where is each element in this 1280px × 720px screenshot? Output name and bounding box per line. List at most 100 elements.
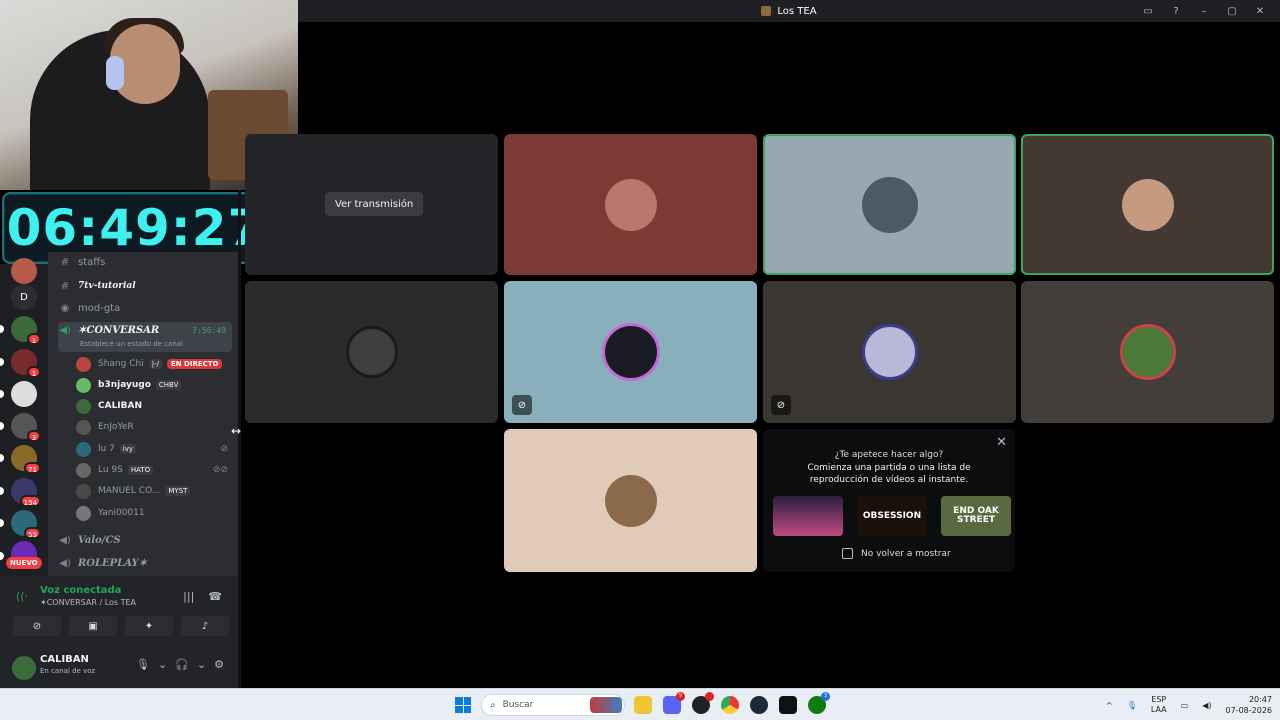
unread-pill — [0, 325, 4, 333]
server-icon[interactable] — [11, 258, 37, 284]
steam-icon[interactable] — [750, 696, 768, 714]
notification-badge: 9 — [676, 692, 685, 701]
participant-tile[interactable]: ⊘ — [763, 281, 1016, 423]
voice-member[interactable]: lu 7 ivy ⊘ — [76, 439, 232, 459]
system-tray: ^ 🎙 ESP LAA ▭ ◀) 20:47 07-08-2026 — [1106, 689, 1272, 720]
speaker-icon: ◀) — [59, 534, 71, 546]
taskbar-search[interactable]: ⌕ Buscar — [481, 694, 625, 716]
server-icon[interactable]: 1 — [11, 349, 41, 378]
epic-games-icon[interactable] — [779, 696, 797, 714]
server-icon[interactable]: 154 — [11, 478, 41, 507]
clock[interactable]: 20:47 07-08-2026 — [1226, 694, 1273, 716]
window-controls: ▭ ? – ▢ ✕ — [1142, 0, 1266, 22]
participant-tile[interactable] — [763, 134, 1016, 275]
file-explorer-icon[interactable] — [634, 696, 652, 714]
server-icon[interactable] — [11, 381, 37, 407]
participant-tile[interactable] — [504, 134, 757, 275]
resize-arrows-icon[interactable]: ↔ — [231, 424, 241, 438]
disconnect-icon[interactable]: ☎ — [208, 590, 222, 603]
voice-channel-item[interactable]: ◀) Valo/CS — [58, 530, 232, 550]
headset-icon — [106, 56, 124, 90]
unread-pill — [0, 519, 4, 527]
mention-badge: 71 — [24, 462, 41, 474]
soundboard-button[interactable]: ♪ — [181, 616, 229, 636]
language-indicator[interactable]: ESP LAA — [1151, 695, 1167, 715]
panel-divider[interactable] — [238, 190, 241, 688]
voice-member[interactable]: CALIBAN — [76, 396, 232, 416]
activity-thumbnail[interactable] — [773, 496, 843, 536]
clock-time: 20:47 — [1248, 695, 1272, 704]
channel-item[interactable]: ◉ mod-gta — [58, 298, 232, 318]
microphone-icon[interactable]: 🎙 — [1127, 701, 1137, 710]
participant-tile[interactable] — [1021, 134, 1274, 275]
voice-member[interactable]: b3njayugo CHBV — [76, 375, 232, 395]
avatar — [861, 324, 918, 380]
active-voice-channel[interactable]: ◀) ✶CONVERSAR 7:56:49 Establece un estad… — [58, 322, 232, 352]
user-status: En canal de voz — [40, 667, 96, 675]
chevron-up-icon[interactable]: ^ — [1106, 701, 1113, 710]
close-icon[interactable]: ✕ — [996, 435, 1007, 450]
member-tag: ivy — [119, 444, 137, 454]
participant-tile[interactable]: ⊘ — [504, 281, 757, 423]
checkbox[interactable] — [842, 548, 853, 559]
microphone-icon[interactable]: 🎙 — [136, 658, 150, 671]
participant-tile[interactable] — [504, 429, 757, 572]
channel-item[interactable]: # staffs — [58, 252, 232, 272]
server-icon[interactable]: 1 — [11, 316, 41, 345]
member-name: MANUEL CO... — [98, 486, 161, 496]
unread-pill — [0, 358, 4, 366]
gear-icon[interactable]: ⚙ — [214, 658, 224, 671]
voice-member[interactable]: EnJoYeR — [76, 417, 232, 437]
screen-share-icon: ▣ — [88, 620, 98, 632]
camera-button[interactable]: ⊘ — [13, 616, 61, 636]
xbox-icon[interactable]: 3 — [808, 692, 830, 714]
search-placeholder: Buscar — [502, 700, 534, 710]
volume-icon[interactable]: ◀) — [1202, 701, 1211, 710]
voice-location[interactable]: ✶CONVERSAR / Los TEA — [40, 598, 136, 607]
mention-badge: 154 — [19, 495, 41, 507]
participant-tile[interactable] — [1021, 281, 1274, 423]
voice-icon: ◉ — [60, 302, 70, 314]
voice-member[interactable]: MANUEL CO... MYST — [76, 481, 232, 501]
help-icon[interactable]: ? — [1170, 6, 1182, 17]
activities-button[interactable]: ✦ — [125, 616, 173, 636]
noise-suppression-icon[interactable]: ||| — [183, 590, 194, 603]
channel-status[interactable]: Establece un estado de canal — [80, 340, 183, 348]
watch-stream-button[interactable]: Ver transmisión — [325, 192, 424, 216]
activity-thumbnail[interactable]: END OAK STREET — [941, 496, 1011, 536]
obs-icon[interactable] — [692, 692, 714, 714]
voice-member[interactable]: Lu 9S HATO ⊘⊘ — [76, 460, 232, 480]
server-icon[interactable]: 55 — [11, 510, 41, 539]
inbox-icon[interactable]: ▭ — [1142, 6, 1154, 17]
avatar — [76, 441, 91, 457]
avatar[interactable] — [12, 656, 36, 680]
close-icon[interactable]: ✕ — [1254, 6, 1266, 17]
chevron-down-icon[interactable]: ⌄ — [158, 658, 167, 671]
headphones-icon[interactable]: 🎧 — [175, 658, 189, 671]
channel-item[interactable]: #7tv-tutorial — [58, 276, 232, 296]
voice-channel-item[interactable]: ◀) ROLEPLAY✶ — [58, 553, 232, 573]
participant-tile[interactable] — [245, 281, 498, 423]
server-icon[interactable]: 71 — [11, 445, 41, 474]
network-icon[interactable]: ▭ — [1181, 701, 1189, 710]
dismiss-option[interactable]: No volver a mostrar — [842, 548, 951, 559]
search-icon: ⌕ — [490, 699, 496, 711]
maximize-icon[interactable]: ▢ — [1226, 6, 1238, 17]
server-icon[interactable]: 3 — [11, 413, 41, 442]
speaker-icon: ◀) — [59, 557, 71, 569]
chrome-icon[interactable] — [721, 696, 739, 714]
chevron-down-icon[interactable]: ⌄ — [197, 658, 206, 671]
discord-icon[interactable]: 9 — [663, 692, 685, 714]
activity-thumbnail[interactable]: OBSESSION — [857, 496, 927, 536]
voice-member[interactable]: Shang Chi |-/ EN DIRECTO — [76, 354, 232, 374]
screen-share-button[interactable]: ▣ — [69, 616, 117, 636]
unread-pill — [0, 422, 4, 430]
user-name[interactable]: CALIBAN — [40, 654, 89, 665]
windows-start-icon[interactable] — [455, 697, 471, 713]
avatar — [1121, 178, 1174, 231]
server-icon[interactable]: D — [11, 284, 37, 310]
voice-member[interactable]: Yani00011 — [76, 503, 232, 523]
minimize-icon[interactable]: – — [1198, 6, 1210, 17]
stream-tile[interactable]: Ver transmisión — [245, 134, 498, 275]
notification-badge: 3 — [821, 692, 830, 701]
